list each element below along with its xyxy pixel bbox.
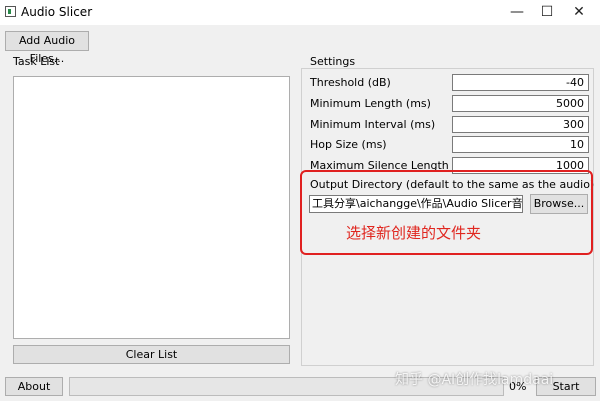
add-audio-files-button[interactable]: Add Audio Files... <box>5 31 89 65</box>
min-interval-input[interactable]: 300 <box>452 116 589 133</box>
min-interval-label: Minimum Interval (ms) <box>310 118 436 131</box>
annotation-note: 选择新创建的文件夹 <box>346 224 482 242</box>
threshold-label: Threshold (dB) <box>310 76 391 89</box>
hop-size-label: Hop Size (ms) <box>310 138 387 151</box>
watermark-text: 知乎 @AI创作找lamdaai <box>395 372 554 388</box>
maximize-button[interactable]: ☐ <box>532 0 562 25</box>
title-bar: Audio Slicer — ☐ ✕ <box>0 0 600 25</box>
task-list[interactable] <box>13 76 290 339</box>
threshold-input[interactable]: -40 <box>452 74 589 91</box>
app-icon <box>5 6 16 17</box>
hop-size-input[interactable]: 10 <box>452 136 589 153</box>
about-button[interactable]: About <box>5 377 63 396</box>
min-length-label: Minimum Length (ms) <box>310 97 431 110</box>
window-title: Audio Slicer <box>21 5 93 19</box>
task-list-title: Task List <box>13 55 60 68</box>
clear-list-button[interactable]: Clear List <box>13 345 290 364</box>
settings-title: Settings <box>310 55 356 68</box>
minimize-button[interactable]: — <box>502 0 532 25</box>
min-length-input[interactable]: 5000 <box>452 95 589 112</box>
close-button[interactable]: ✕ <box>564 0 594 25</box>
